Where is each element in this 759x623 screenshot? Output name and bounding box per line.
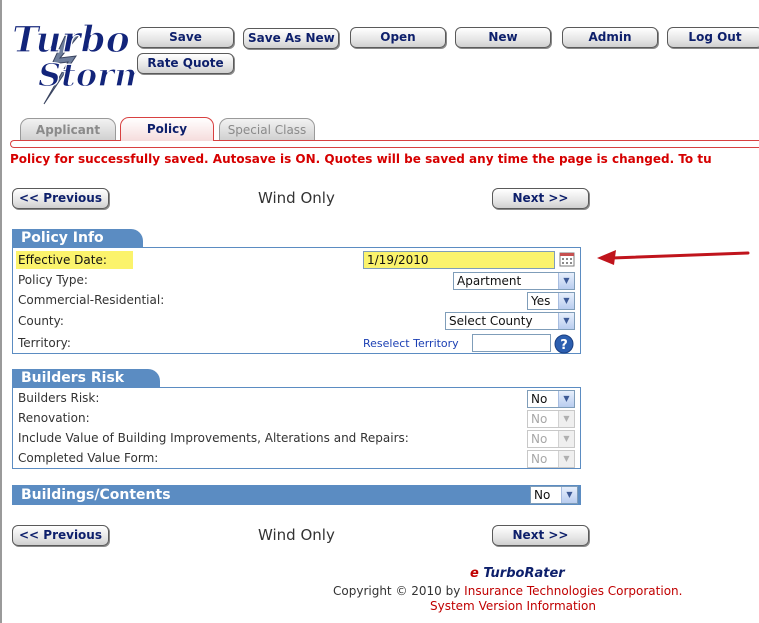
- new-button[interactable]: New: [455, 27, 551, 48]
- builders-risk-value: No: [531, 392, 548, 406]
- county-value: Select County: [449, 314, 533, 328]
- chevron-down-icon: ▼: [561, 487, 577, 503]
- builders-risk-label: Builders Risk:: [18, 391, 100, 405]
- autosave-status-message: Policy for successfully saved. Autosave …: [10, 152, 712, 166]
- footer-brand-name: TurboRater: [483, 566, 565, 581]
- chevron-down-icon: ▼: [558, 411, 574, 427]
- completed-value-label: Completed Value Form:: [18, 451, 159, 465]
- policy-type-value: Apartment: [457, 274, 522, 288]
- commercial-residential-select[interactable]: Yes ▼: [527, 292, 575, 310]
- chevron-down-icon: ▼: [558, 273, 574, 289]
- buildings-contents-select[interactable]: No ▼: [530, 486, 578, 504]
- renovation-select: No ▼: [527, 410, 575, 428]
- effective-date-label: Effective Date:: [16, 251, 133, 269]
- commercial-residential-value: Yes: [531, 294, 551, 308]
- buildings-contents-value: No: [534, 488, 551, 502]
- chevron-down-icon: ▼: [558, 313, 574, 329]
- completed-value-select: No ▼: [527, 450, 575, 468]
- svg-text:?: ?: [560, 338, 568, 353]
- include-value-select: No ▼: [527, 430, 575, 448]
- territory-label: Territory:: [18, 336, 71, 350]
- policy-info-header: Policy Info: [12, 229, 143, 247]
- footer-company-link[interactable]: Insurance Technologies Corporation.: [464, 584, 682, 598]
- next-button-bottom[interactable]: Next >>: [492, 525, 589, 546]
- footer-brand: e TurboRater: [470, 566, 565, 581]
- admin-button[interactable]: Admin: [562, 27, 658, 48]
- log-out-button[interactable]: Log Out: [667, 27, 759, 48]
- include-value-value: No: [531, 432, 548, 446]
- save-as-new-button[interactable]: Save As New: [243, 28, 339, 49]
- next-button-top[interactable]: Next >>: [492, 188, 589, 209]
- system-version-link[interactable]: System Version Information: [430, 599, 596, 613]
- territory-input[interactable]: [472, 334, 551, 352]
- rate-quote-button[interactable]: Rate Quote: [137, 53, 234, 74]
- turbostorm-logo: Turbo Storm: [11, 18, 136, 105]
- window-edge: [0, 0, 2, 623]
- completed-value-value: No: [531, 452, 548, 466]
- chevron-down-icon: ▼: [558, 293, 574, 309]
- renovation-value: No: [531, 412, 548, 426]
- logo-text-storm: Storm: [38, 56, 136, 94]
- tab-policy[interactable]: Policy: [120, 117, 214, 141]
- policy-type-select[interactable]: Apartment ▼: [453, 272, 575, 290]
- tab-content-band: [10, 140, 759, 148]
- policy-info-panel: Effective Date: 1/19/2010 Policy Type: A…: [12, 247, 581, 354]
- county-select[interactable]: Select County ▼: [445, 312, 575, 330]
- builders-risk-select[interactable]: No ▼: [527, 390, 575, 408]
- previous-button-top[interactable]: << Previous: [12, 188, 109, 209]
- save-button[interactable]: Save: [137, 27, 234, 48]
- annotation-arrow-icon: [597, 250, 750, 265]
- buildings-contents-title: Buildings/Contents: [21, 487, 171, 503]
- builders-risk-panel: Builders Risk: No ▼ Renovation: No ▼ Inc…: [12, 387, 581, 469]
- help-icon[interactable]: ?: [554, 334, 574, 354]
- tab-applicant[interactable]: Applicant: [20, 118, 116, 141]
- footer-copyright: Copyright © 2010 by Insurance Technologi…: [333, 584, 682, 598]
- commercial-residential-label: Commercial-Residential:: [18, 293, 165, 307]
- include-value-label: Include Value of Building Improvements, …: [18, 431, 409, 445]
- county-label: County:: [18, 314, 64, 328]
- footer-copyright-text: Copyright © 2010 by: [333, 584, 461, 598]
- chevron-down-icon: ▼: [558, 431, 574, 447]
- tab-special-class[interactable]: Special Class: [219, 118, 315, 141]
- reselect-territory-link[interactable]: Reselect Territory: [363, 337, 459, 350]
- chevron-down-icon: ▼: [558, 451, 574, 467]
- chevron-down-icon: ▼: [558, 391, 574, 407]
- open-button[interactable]: Open: [350, 27, 446, 48]
- effective-date-input[interactable]: 1/19/2010: [363, 251, 555, 269]
- renovation-label: Renovation:: [18, 411, 90, 425]
- footer-brand-e: e: [470, 566, 479, 581]
- logo-text-turbo: Turbo: [12, 19, 130, 61]
- page-title-bottom: Wind Only: [258, 526, 335, 544]
- page-title-top: Wind Only: [258, 189, 335, 207]
- builders-risk-header: Builders Risk: [12, 369, 160, 387]
- previous-button-bottom[interactable]: << Previous: [12, 525, 109, 546]
- buildings-contents-header: Buildings/Contents: [12, 485, 581, 505]
- policy-type-label: Policy Type:: [18, 273, 88, 287]
- calendar-icon[interactable]: [559, 251, 575, 267]
